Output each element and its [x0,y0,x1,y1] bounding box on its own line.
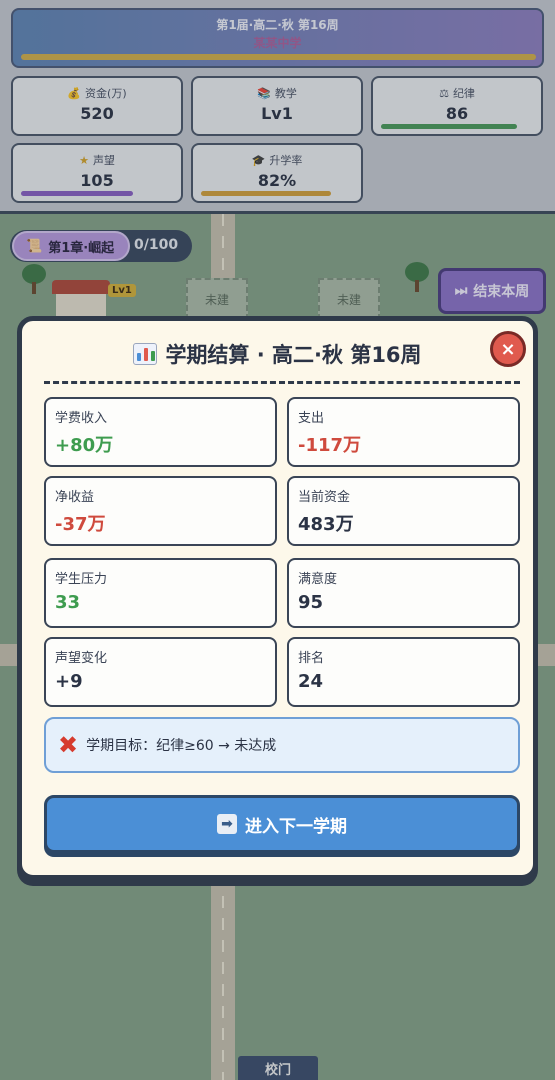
settlement-card: 学生压力 33 [44,558,277,628]
settlement-card: 满意度 95 [287,558,520,628]
settlement-card: 当前资金 483万 [287,476,520,546]
card-label: 当前资金 [298,490,351,505]
card-value: +9 [55,671,83,692]
settlement-card: 支出 -117万 [287,397,520,467]
card-value: -117万 [298,435,362,456]
card-value: 24 [298,671,324,692]
settlement-card: 学费收入 +80万 [44,397,277,467]
settlement-card: 排名 24 [287,637,520,707]
next-semester-button[interactable]: ➡ 进入下一学期 [44,795,520,853]
semester-goal-status: ✖ 学期目标：纪律≥60 → 未达成 [44,717,520,773]
card-label: 满意度 [298,572,338,587]
semester-settlement-dialog: 学期结算 · 高二·秋 第16周 × 学费收入 +80万 支出 -117万净收益 -37… [17,316,538,880]
close-button[interactable]: × [490,331,526,367]
card-label: 学费收入 [55,411,108,426]
card-value: 33 [55,592,81,613]
dialog-title-text: 学期结算 · 高二·秋 第16周 [165,343,422,367]
card-value: -37万 [55,514,106,535]
card-label: 支出 [298,411,325,426]
card-label: 学生压力 [55,572,108,587]
next-semester-label: 进入下一学期 [245,816,347,837]
dashed-divider [44,381,520,384]
bar-chart-icon [133,343,158,365]
goal-text: 学期目标：纪律≥60 → 未达成 [86,738,277,754]
settlement-card: 声望变化 +9 [44,637,277,707]
card-label: 排名 [298,651,325,666]
card-label: 声望变化 [55,651,108,666]
card-value: 483万 [298,514,354,535]
card-value: +80万 [55,435,114,456]
settlement-card: 净收益 -37万 [44,476,277,546]
close-icon: × [500,338,516,360]
dialog-title: 学期结算 · 高二·秋 第16周 [22,339,533,369]
right-arrow-icon: ➡ [217,814,237,834]
card-label: 净收益 [55,490,95,505]
cross-mark-icon: ✖ [58,731,79,759]
card-value: 95 [298,592,324,613]
